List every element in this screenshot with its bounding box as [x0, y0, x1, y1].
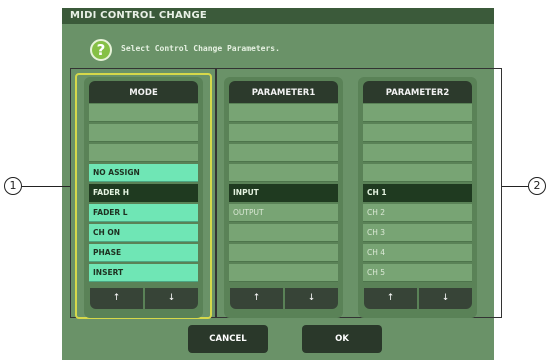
parameter1-option-input[interactable]: INPUT [229, 184, 338, 202]
parameter1-slot-empty [229, 164, 338, 182]
parameter2-slot-empty [363, 104, 472, 122]
parameter1-slot-empty [229, 104, 338, 122]
ok-button[interactable]: OK [302, 325, 382, 353]
parameter1-slot-empty [229, 144, 338, 162]
parameter1-slot-empty [229, 224, 338, 242]
parameter1-slot-empty [229, 264, 338, 282]
parameter1-column: PARAMETER1 INPUT OUTPUT ↑ ↓ [224, 77, 343, 318]
mode-slot-empty [89, 104, 198, 122]
cancel-button[interactable]: CANCEL [188, 325, 268, 353]
mode-header: MODE [89, 81, 198, 103]
parameter1-slot-empty [229, 244, 338, 262]
callout-number-1: 1 [4, 177, 22, 195]
mode-scroll-up-button[interactable]: ↑ [90, 288, 143, 309]
parameter2-slot-empty [363, 164, 472, 182]
parameter2-option-ch2[interactable]: CH 2 [363, 204, 472, 222]
question-icon: ? [90, 39, 112, 61]
dialog-title: MIDI CONTROL CHANGE [62, 8, 494, 24]
mode-option-ch-on[interactable]: CH ON [89, 224, 198, 242]
mode-option-insert[interactable]: INSERT [89, 264, 198, 282]
mode-column: MODE NO ASSIGN FADER H FADER L CH ON PHA… [84, 77, 203, 318]
mode-option-fader-l[interactable]: FADER L [89, 204, 198, 222]
mode-slot-empty [89, 124, 198, 142]
parameter2-option-ch5[interactable]: CH 5 [363, 264, 472, 282]
parameter2-header: PARAMETER2 [363, 81, 472, 103]
parameter2-option-ch4[interactable]: CH 4 [363, 244, 472, 262]
mode-scroll-down-button[interactable]: ↓ [145, 288, 198, 309]
parameter2-option-ch1[interactable]: CH 1 [363, 184, 472, 202]
instruction-text: Select Control Change Parameters. [121, 44, 280, 53]
parameter2-slot-empty [363, 124, 472, 142]
parameter1-scroll-up-button[interactable]: ↑ [230, 288, 283, 309]
parameter2-slot-empty [363, 144, 472, 162]
parameter2-scroll-down-button[interactable]: ↓ [419, 288, 472, 309]
mode-option-phase[interactable]: PHASE [89, 244, 198, 262]
mode-option-no-assign[interactable]: NO ASSIGN [89, 164, 198, 182]
parameter1-header: PARAMETER1 [229, 81, 338, 103]
mode-option-fader-h[interactable]: FADER H [89, 184, 198, 202]
parameter2-option-ch3[interactable]: CH 3 [363, 224, 472, 242]
parameter1-scroll-down-button[interactable]: ↓ [285, 288, 338, 309]
parameter2-scroll-up-button[interactable]: ↑ [364, 288, 417, 309]
callout-number-2: 2 [528, 177, 546, 195]
parameter2-column: PARAMETER2 CH 1 CH 2 CH 3 CH 4 CH 5 ↑ ↓ [358, 77, 477, 318]
parameter1-option-output[interactable]: OUTPUT [229, 204, 338, 222]
callout-line-1 [22, 186, 70, 187]
callout-line-2 [502, 186, 528, 187]
parameter1-slot-empty [229, 124, 338, 142]
mode-slot-empty [89, 144, 198, 162]
